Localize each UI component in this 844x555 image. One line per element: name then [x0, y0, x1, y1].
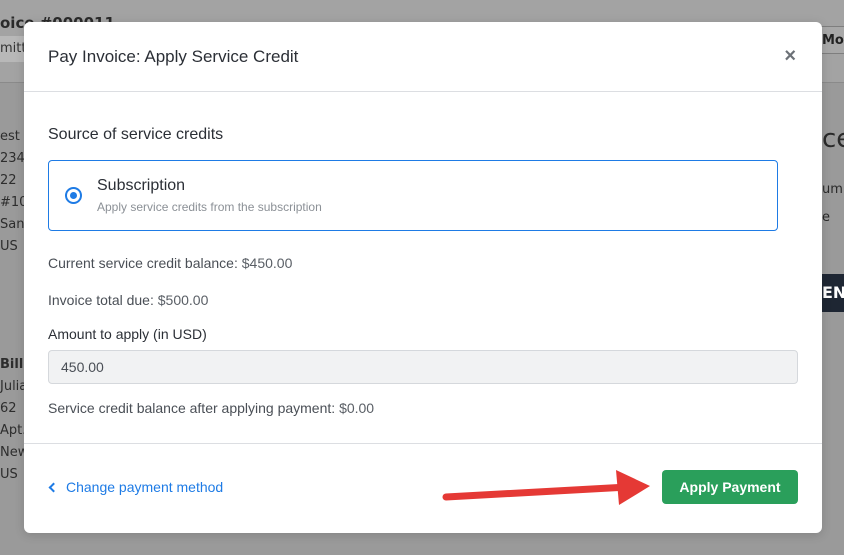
change-payment-method-label: Change payment method [66, 479, 224, 495]
chevron-left-icon [48, 482, 59, 492]
option-label: Subscription [97, 177, 186, 194]
current-balance-label: Current service credit balance: [48, 255, 238, 271]
current-balance-value: $450.00 [241, 255, 293, 271]
current-balance-line: Current service credit balance: $450.00 [48, 255, 292, 271]
subscription-option-card[interactable]: Subscription Apply service credits from … [48, 160, 778, 231]
modal-title: Pay Invoice: Apply Service Credit [48, 47, 299, 66]
amount-label: Amount to apply (in USD) [48, 326, 207, 342]
option-description: Apply service credits from the subscript… [97, 200, 322, 214]
close-button[interactable]: × [784, 46, 796, 66]
amount-input[interactable] [48, 350, 798, 384]
background-invoice-meta: umb e [822, 182, 844, 225]
modal-header: Pay Invoice: Apply Service Credit × [24, 22, 822, 92]
background-status-chip: mitt [0, 36, 26, 62]
background-status-block: EN [822, 274, 844, 312]
invoice-total-line: Invoice total due: $500.00 [48, 292, 208, 308]
invoice-total-label: Invoice total due: [48, 292, 154, 308]
apply-payment-button[interactable]: Apply Payment [662, 470, 798, 504]
radio-selected-icon[interactable] [65, 187, 82, 204]
section-title: Source of service credits [48, 126, 224, 143]
apply-service-credit-modal: Pay Invoice: Apply Service Credit × Sour… [24, 22, 822, 533]
invoice-total-value: $500.00 [157, 292, 209, 308]
background-invoice-heading: ce [822, 124, 844, 154]
after-balance-line: Service credit balance after applying pa… [48, 400, 374, 416]
after-balance-label: Service credit balance after applying pa… [48, 400, 336, 416]
change-payment-method-link[interactable]: Change payment method [48, 479, 223, 495]
footer-divider [24, 443, 822, 444]
after-balance-value: $0.00 [339, 400, 375, 416]
